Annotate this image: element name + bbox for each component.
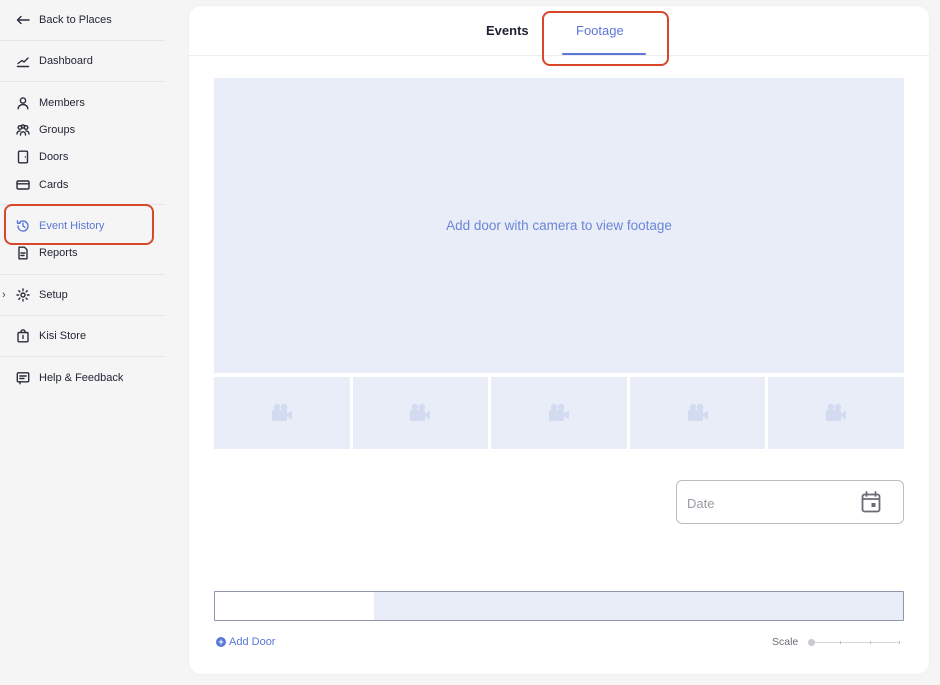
tab-footage[interactable]: Footage <box>576 23 624 38</box>
sidebar-item-dashboard[interactable]: Dashboard <box>16 50 93 72</box>
camera-thumbnails <box>214 377 904 449</box>
sidebar-item-cards[interactable]: Cards <box>16 174 68 196</box>
divider <box>0 315 165 316</box>
main-panel: Events Footage Add door with camera to v… <box>189 6 929 674</box>
back-to-places-link[interactable]: Back to Places <box>16 9 112 31</box>
sidebar-item-label: Kisi Store <box>39 330 87 342</box>
sidebar-item-event-history[interactable]: Event History <box>16 215 104 237</box>
sidebar-item-label: Groups <box>39 124 76 136</box>
chart-line-icon <box>16 54 30 68</box>
tab-events[interactable]: Events <box>486 23 529 38</box>
camera-icon <box>410 403 431 421</box>
sidebar-item-label: Help & Feedback <box>39 372 124 384</box>
shopping-bag-icon <box>16 329 30 343</box>
users-group-icon <box>16 123 30 137</box>
sidebar-item-label: Dashboard <box>39 55 93 67</box>
sidebar-item-label: Doors <box>39 151 69 163</box>
footage-viewer: Add door with camera to view footage <box>214 78 904 373</box>
back-to-places-label: Back to Places <box>39 14 112 26</box>
divider <box>0 40 165 41</box>
sidebar: Back to Places Dashboard Members Groups … <box>0 0 165 685</box>
plus-circle-icon: + <box>216 637 226 647</box>
chevron-right-icon[interactable]: › <box>2 289 6 301</box>
add-door-button[interactable]: + Add Door <box>216 636 275 648</box>
sidebar-item-groups[interactable]: Groups <box>16 119 75 141</box>
sidebar-item-label: Setup <box>39 289 68 301</box>
sidebar-item-label: Cards <box>39 179 69 191</box>
divider <box>0 356 165 357</box>
sidebar-item-reports[interactable]: Reports <box>16 242 78 264</box>
sidebar-item-kisi-store[interactable]: Kisi Store <box>16 325 86 347</box>
active-tab-indicator <box>562 53 646 55</box>
slider-handle[interactable] <box>808 639 816 646</box>
gear-icon <box>16 288 30 302</box>
camera-thumbnail[interactable] <box>629 377 766 449</box>
sidebar-item-setup[interactable]: Setup <box>16 284 68 306</box>
slider-track <box>812 642 901 643</box>
camera-icon <box>271 403 292 421</box>
divider <box>0 81 165 82</box>
scale-control: Scale <box>772 636 901 648</box>
scale-slider[interactable] <box>808 638 901 646</box>
slider-tick <box>899 641 901 644</box>
camera-thumbnail[interactable] <box>214 377 350 449</box>
slider-tick <box>870 641 872 644</box>
slider-tick <box>840 641 842 644</box>
sidebar-item-members[interactable]: Members <box>16 92 85 114</box>
arrow-left-icon <box>16 13 30 27</box>
history-icon <box>16 219 30 233</box>
sidebar-item-doors[interactable]: Doors <box>16 146 68 168</box>
calendar-icon[interactable] <box>861 491 881 513</box>
camera-icon <box>687 403 708 421</box>
date-input[interactable] <box>687 493 847 513</box>
date-picker <box>676 480 904 524</box>
sidebar-item-help-feedback[interactable]: Help & Feedback <box>16 367 123 389</box>
timeline-segment <box>215 592 374 620</box>
camera-icon <box>548 403 569 421</box>
camera-thumbnail[interactable] <box>768 377 904 449</box>
message-icon <box>16 371 30 385</box>
user-icon <box>16 96 30 110</box>
tab-bar: Events Footage <box>189 6 929 56</box>
add-door-label: Add Door <box>229 636 276 648</box>
door-icon <box>16 150 30 164</box>
footage-timeline[interactable] <box>214 591 904 621</box>
sidebar-item-label: Members <box>39 97 85 109</box>
footage-empty-message: Add door with camera to view footage <box>446 218 672 233</box>
scale-label: Scale <box>772 636 799 648</box>
camera-thumbnail[interactable] <box>352 377 489 449</box>
sidebar-item-label: Event History <box>39 220 105 232</box>
credit-card-icon <box>16 178 30 192</box>
sidebar-item-label: Reports <box>39 247 78 259</box>
camera-icon <box>826 403 847 421</box>
camera-thumbnail[interactable] <box>491 377 627 449</box>
divider <box>0 204 165 205</box>
divider <box>0 274 165 275</box>
report-icon <box>16 246 30 260</box>
